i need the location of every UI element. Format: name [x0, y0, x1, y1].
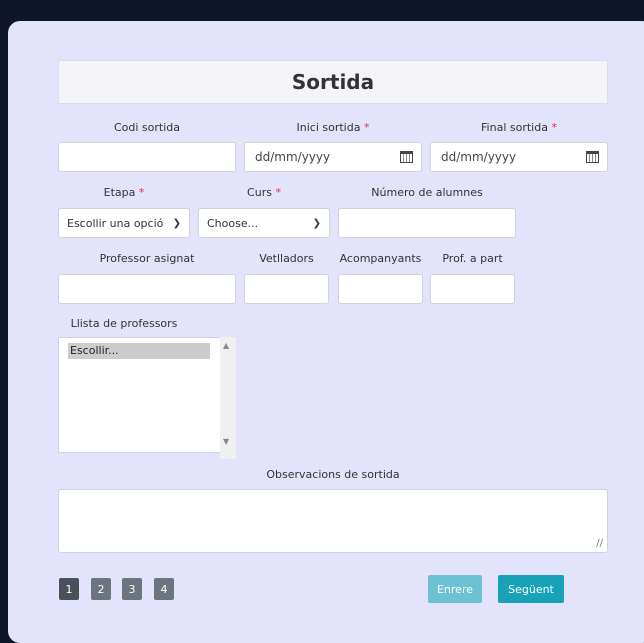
- prof-part-input[interactable]: [430, 274, 515, 304]
- next-button[interactable]: Següent: [498, 575, 564, 603]
- codi-input[interactable]: [58, 142, 236, 172]
- num-alumnes-label: Número de alumnes: [371, 186, 483, 199]
- llista-label: Llista de professors: [70, 317, 178, 330]
- etapa-selected-value: Escollir una opció: [67, 216, 164, 230]
- codi-label: Codi sortida: [58, 121, 236, 134]
- curs-select[interactable]: Choose... ❯: [198, 208, 330, 238]
- observacions-label: Observacions de sortida: [266, 468, 400, 481]
- etapa-label: Etapa *: [58, 186, 190, 199]
- scroll-down-icon[interactable]: ▼: [223, 437, 229, 446]
- page-button-4[interactable]: 4: [154, 578, 174, 600]
- final-date-placeholder: dd/mm/yyyy: [441, 150, 517, 164]
- page-button-2[interactable]: 2: [91, 578, 111, 600]
- final-label: Final sortida *: [430, 121, 608, 134]
- page-button-3[interactable]: 3: [122, 578, 142, 600]
- prof-part-label: Prof. a part: [442, 252, 503, 265]
- scroll-up-icon[interactable]: ▲: [223, 341, 229, 350]
- required-mark: *: [551, 121, 557, 134]
- etapa-select[interactable]: Escollir una opció ❯: [58, 208, 190, 238]
- required-mark: *: [363, 121, 370, 134]
- acompanyants-input[interactable]: [338, 274, 423, 304]
- calendar-icon[interactable]: [586, 151, 599, 163]
- required-mark: *: [138, 186, 145, 199]
- form-card: Sortida Codi sortida Inici sortida * Fin…: [8, 21, 644, 643]
- curs-label-text: Curs: [247, 186, 272, 199]
- acompanyants-label: Acompanyants: [339, 252, 422, 265]
- vetlladors-input[interactable]: [244, 274, 329, 304]
- professor-label: Professor asignat: [99, 252, 195, 265]
- list-option[interactable]: Escollir...: [68, 343, 210, 359]
- inici-date-input[interactable]: dd/mm/yyyy: [244, 142, 422, 172]
- calendar-icon[interactable]: [400, 151, 413, 163]
- vetlladors-label: Vetlladors: [259, 252, 314, 265]
- observacions-textarea[interactable]: ∕∕: [58, 489, 608, 553]
- final-label-text: Final sortida: [481, 121, 548, 134]
- required-mark: *: [275, 186, 281, 199]
- num-alumnes-input[interactable]: [338, 208, 516, 238]
- page-button-1[interactable]: 1: [59, 578, 79, 600]
- prev-button[interactable]: Enrere: [428, 575, 482, 603]
- chevron-down-icon: ❯: [172, 217, 181, 229]
- professor-input[interactable]: [58, 274, 236, 304]
- form-title: Sortida: [58, 60, 608, 104]
- final-date-input[interactable]: dd/mm/yyyy: [430, 142, 608, 172]
- etapa-label-text: Etapa: [103, 186, 136, 199]
- inici-label: Inici sortida *: [244, 121, 422, 134]
- curs-selected-value: Choose...: [207, 216, 259, 230]
- resize-handle-icon[interactable]: ∕∕: [596, 538, 603, 549]
- curs-label: Curs *: [198, 186, 330, 199]
- chevron-down-icon: ❯: [312, 217, 321, 229]
- inici-label-text: Inici sortida: [296, 121, 361, 134]
- codi-label-text: Codi sortida: [113, 121, 181, 134]
- inici-date-placeholder: dd/mm/yyyy: [255, 150, 331, 164]
